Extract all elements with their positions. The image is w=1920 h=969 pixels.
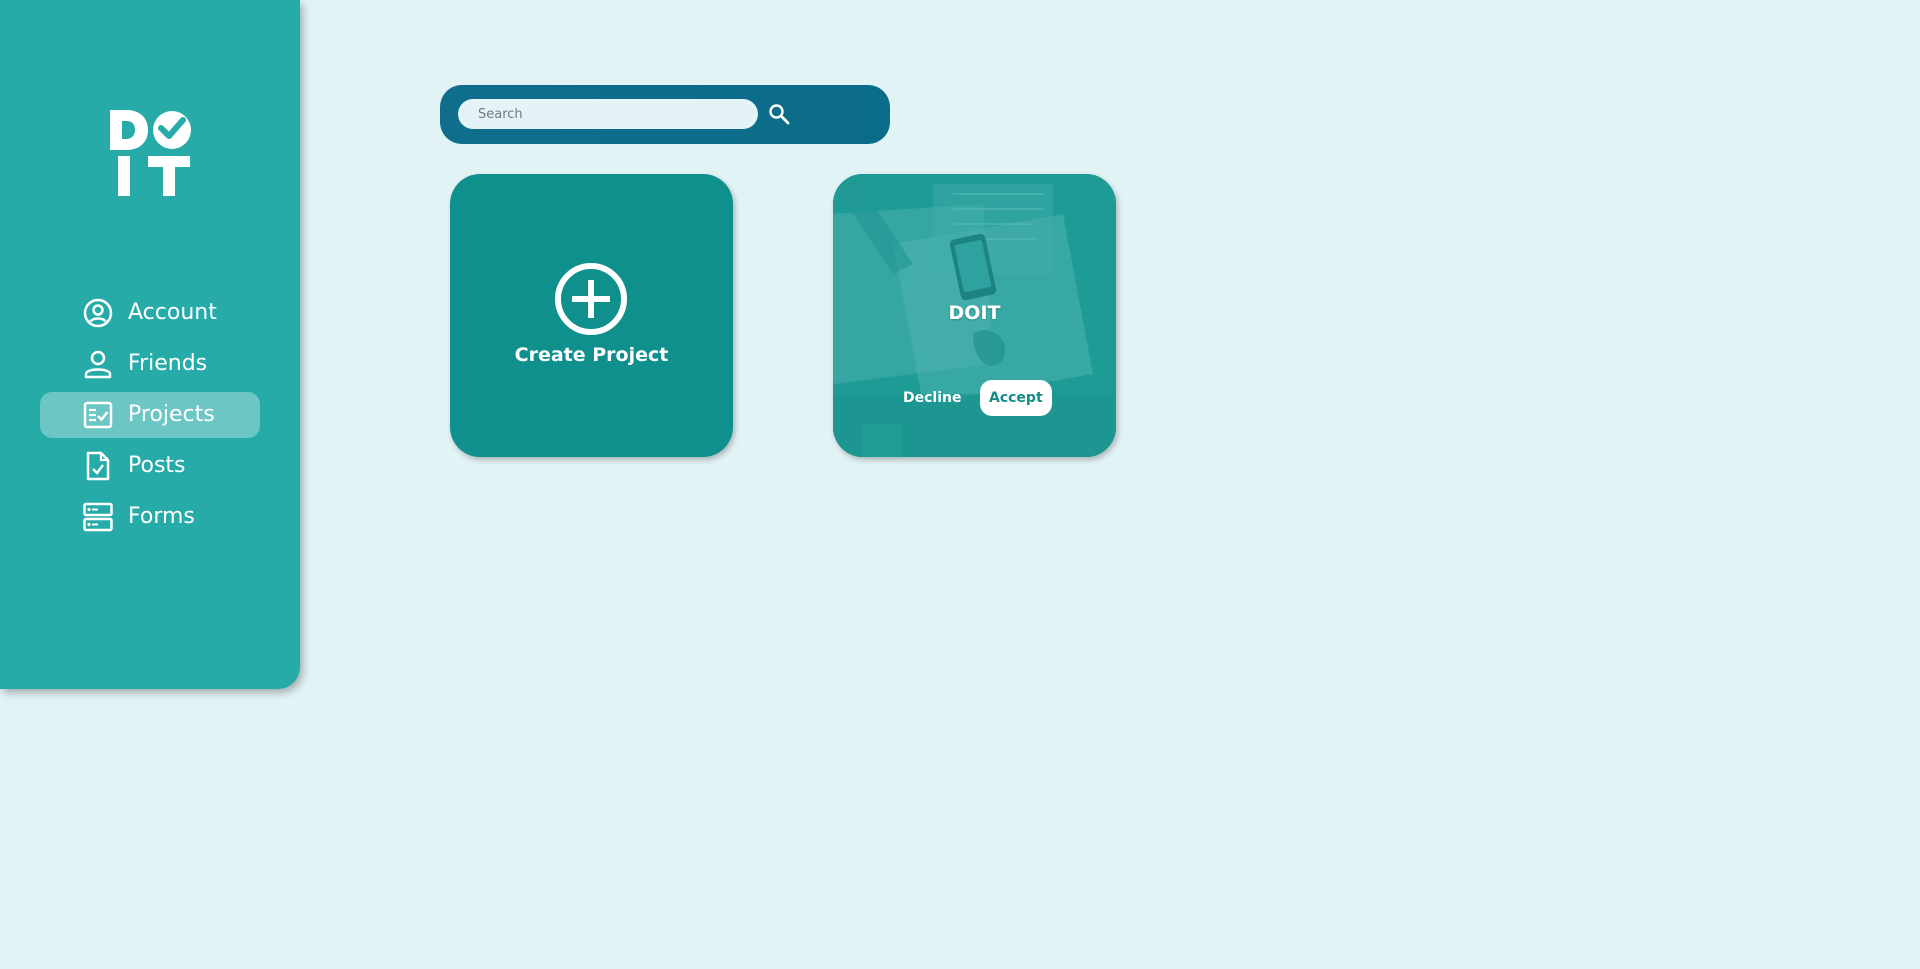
plus-circle-icon	[555, 263, 627, 335]
sidebar-item-forms[interactable]: Forms	[40, 494, 260, 540]
sidebar-nav: Account Friends Projects Posts Forms	[40, 290, 260, 545]
sidebar-item-posts[interactable]: Posts	[40, 443, 260, 489]
sidebar-item-projects[interactable]: Projects	[40, 392, 260, 438]
person-icon	[84, 350, 112, 379]
sidebar-item-label: Projects	[128, 402, 215, 427]
sidebar: Account Friends Projects Posts Forms	[0, 0, 300, 689]
sidebar-item-label: Account	[128, 300, 217, 325]
search-bar	[440, 85, 890, 144]
sidebar-item-label: Friends	[128, 351, 208, 376]
document-check-icon	[86, 451, 110, 481]
form-icon	[83, 502, 113, 532]
search-input[interactable]	[458, 99, 758, 129]
sidebar-item-label: Posts	[128, 453, 186, 478]
sidebar-item-account[interactable]: Account	[40, 290, 260, 336]
project-invite-card: DOIT Decline Accept	[833, 174, 1116, 457]
decline-button[interactable]: Decline	[895, 380, 969, 416]
doit-logo	[110, 110, 191, 196]
project-title: DOIT	[948, 302, 1001, 324]
sidebar-item-label: Forms	[128, 504, 195, 529]
sidebar-item-friends[interactable]: Friends	[40, 341, 260, 387]
accept-button[interactable]: Accept	[980, 380, 1052, 416]
create-project-label: Create Project	[514, 344, 669, 366]
account-circle-icon	[83, 298, 113, 328]
create-project-card[interactable]: Create Project	[450, 174, 733, 457]
search-icon[interactable]	[768, 103, 790, 125]
checklist-icon	[83, 401, 113, 429]
